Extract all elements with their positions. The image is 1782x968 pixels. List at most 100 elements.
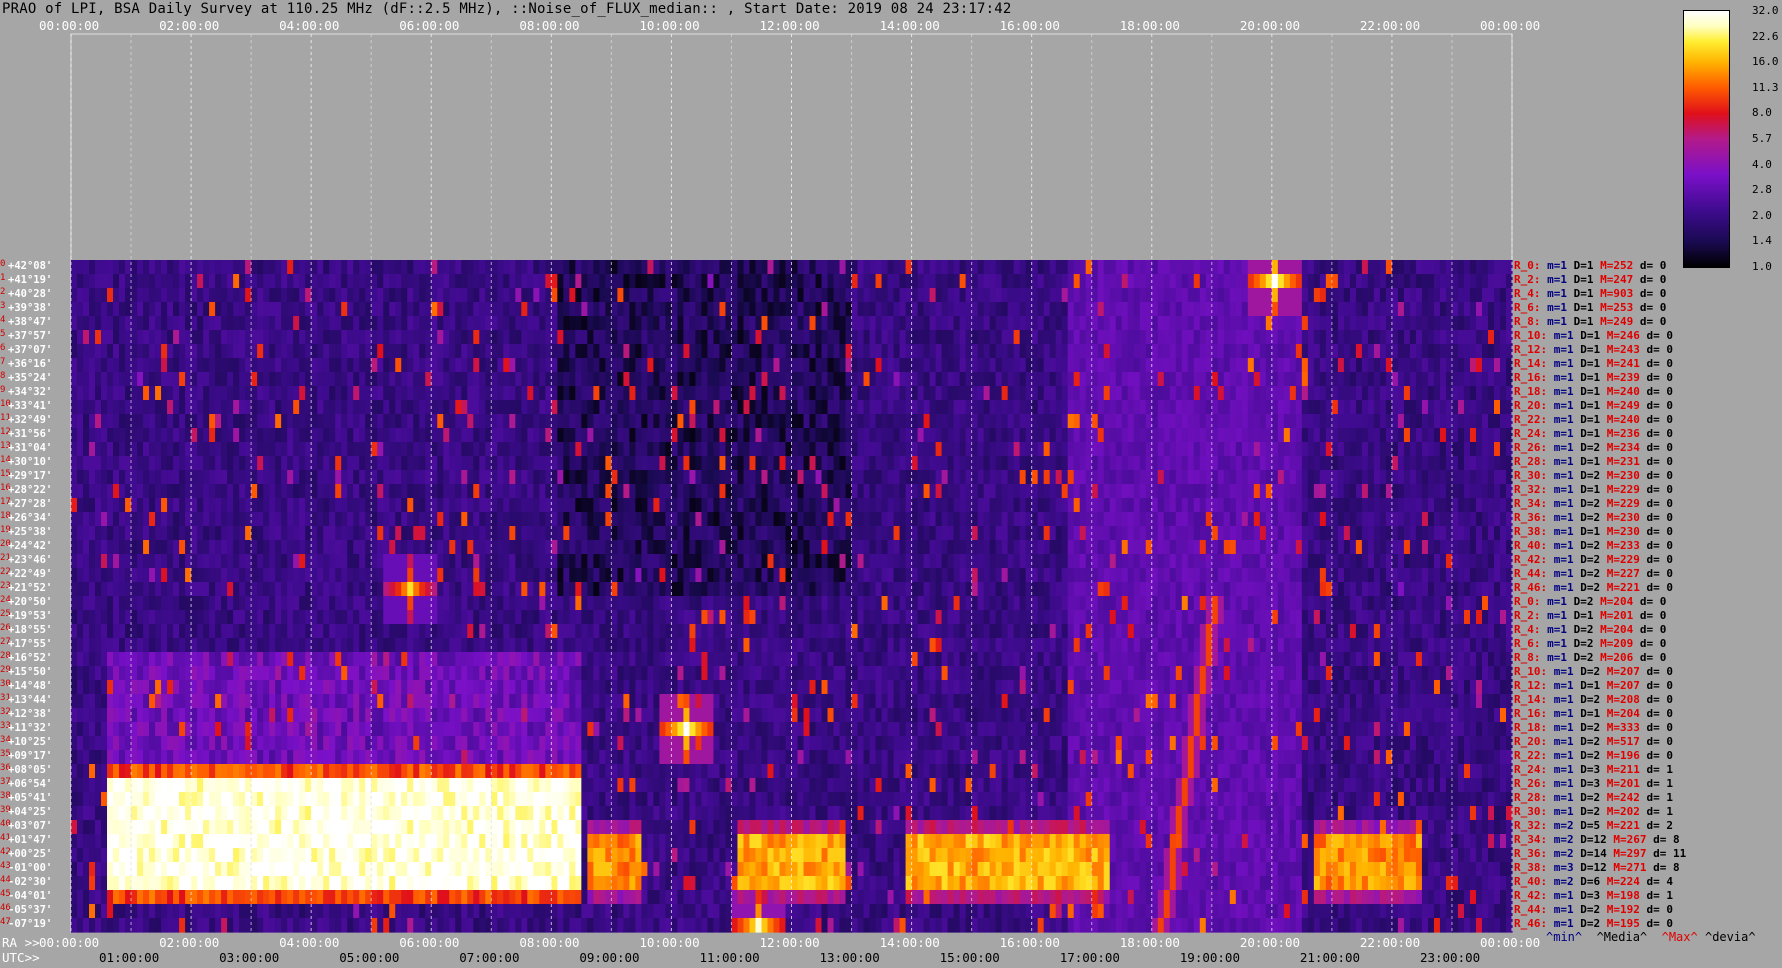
row-stat-r: R_44: xyxy=(1514,567,1548,580)
ra-tick-label: 00:00:00 xyxy=(39,935,100,950)
row-stat-D: D=1 xyxy=(1567,609,1594,622)
row-stat-m: m=1 xyxy=(1547,427,1574,440)
row-stat: R_20: m=1 D=2 M=517 d= 0 xyxy=(1514,735,1673,749)
declination-label: +00°25' xyxy=(8,848,53,860)
row-stat-d: d= 1 xyxy=(1639,763,1673,776)
top-tick-label: 18:00:00 xyxy=(1119,18,1180,33)
row-stat-D: D=2 xyxy=(1573,539,1601,552)
colorbar-tick-label: 16.0 xyxy=(1752,55,1779,69)
row-stat-r: R_24: xyxy=(1514,763,1548,776)
declination-label: +20°50' xyxy=(8,596,53,608)
row-stat: R_32: m=2 D=5 M=221 d= 2 xyxy=(1514,819,1673,833)
row-stat: R_2: m=1 D=1 M=247 d= 0 xyxy=(1514,273,1666,287)
row-stat-M: M=202 xyxy=(1600,805,1640,818)
ra-axis-prefix: RA >> xyxy=(2,935,40,950)
row-stat-r: R_46: xyxy=(1514,917,1548,930)
row-stat: R_42: m=1 D=2 M=229 d= 0 xyxy=(1514,553,1673,567)
declination-label: +19°53' xyxy=(8,610,53,622)
declination-label: +34°32' xyxy=(8,386,53,398)
utc-tick-label: 23:00:00 xyxy=(1419,950,1481,965)
row-stat-D: D=2 xyxy=(1573,581,1601,594)
row-stat: R_30: m=1 D=2 M=230 d= 0 xyxy=(1514,469,1673,483)
row-stat-M: M=207 xyxy=(1600,679,1640,692)
row-stat-M: M=252 xyxy=(1593,259,1634,272)
row-stat-r: R_32: xyxy=(1514,483,1548,496)
row-stat-d: d= 1 xyxy=(1639,889,1673,902)
colorbar-tick-label: 2.8 xyxy=(1752,183,1772,197)
row-index: 7 xyxy=(0,357,6,367)
row-stat-m: m=1 xyxy=(1547,763,1574,776)
ra-tick-label: 22:00:00 xyxy=(1359,935,1421,950)
row-stat-m: m=1 xyxy=(1540,273,1567,286)
declination-label: +06°54' xyxy=(8,778,53,790)
row-stat-m: m=2 xyxy=(1547,819,1574,832)
row-stat-M: M=196 xyxy=(1600,749,1640,762)
row-stat-r: R_6: xyxy=(1514,301,1541,314)
row-stat-D: D=1 xyxy=(1573,343,1601,356)
row-stat-r: R_34: xyxy=(1514,833,1548,846)
row-stat-M: M=229 xyxy=(1600,483,1640,496)
row-stat-m: m=2 xyxy=(1547,833,1574,846)
row-stat-r: R_14: xyxy=(1514,357,1548,370)
declination-label: +31°04' xyxy=(8,442,53,454)
row-stat-D: D=2 xyxy=(1573,553,1601,566)
row-stat: R_16: m=1 D=1 M=239 d= 0 xyxy=(1514,371,1673,385)
row-stat-D: D=2 xyxy=(1567,637,1594,650)
row-stat: R_44: m=1 D=2 M=227 d= 0 xyxy=(1514,567,1673,581)
row-stat-d: d= 0 xyxy=(1633,315,1667,328)
row-stat-M: M=192 xyxy=(1600,903,1640,916)
row-stat-D: D=1 xyxy=(1567,287,1594,300)
row-stat-r: R_0: xyxy=(1514,595,1541,608)
row-stat-M: M=230 xyxy=(1600,469,1640,482)
ra-tick-label: 18:00:00 xyxy=(1119,935,1180,950)
row-stat-d: d= 0 xyxy=(1639,385,1673,398)
row-stat-M: M=517 xyxy=(1600,735,1640,748)
row-stat-D: D=2 xyxy=(1567,595,1594,608)
row-stat-d: d= 0 xyxy=(1639,707,1673,720)
row-stat-m: m=1 xyxy=(1547,567,1574,580)
declination-label: +36°16' xyxy=(8,358,53,370)
row-stat-D: D=12 xyxy=(1573,833,1607,846)
row-stat: R_0: m=1 D=1 M=252 d= 0 xyxy=(1514,259,1666,273)
row-stat-d: d= 0 xyxy=(1639,343,1673,356)
row-stat: R_46: m=1 D=2 M=221 d= 0 xyxy=(1514,581,1673,595)
row-stat-r: R_26: xyxy=(1514,777,1548,790)
row-stat: R_4: m=1 D=2 M=204 d= 0 xyxy=(1514,623,1666,637)
declination-label: +05°41' xyxy=(8,792,53,804)
row-stat-D: D=2 xyxy=(1573,735,1601,748)
row-stat-d: d= 0 xyxy=(1639,525,1673,538)
row-stat-D: D=1 xyxy=(1573,455,1601,468)
row-stat-r: R_8: xyxy=(1514,651,1541,664)
row-stat-r: R_30: xyxy=(1514,469,1548,482)
colorbar-tick-label: 5.7 xyxy=(1752,132,1772,145)
row-stat-d: d= 0 xyxy=(1639,581,1673,594)
row-stat: R_8: m=1 D=1 M=249 d= 0 xyxy=(1514,315,1666,329)
row-stat-d: d= 8 xyxy=(1646,833,1680,846)
row-stat-m: m=1 xyxy=(1547,525,1574,538)
colorbar-tick-label: 1.0 xyxy=(1752,260,1772,273)
row-stat-r: R_14: xyxy=(1514,693,1548,706)
row-stat-m: m=1 xyxy=(1540,259,1567,272)
row-stat-D: D=2 xyxy=(1567,651,1594,664)
row-stat-D: D=1 xyxy=(1573,483,1601,496)
row-stat-d: d= 0 xyxy=(1639,679,1673,692)
declination-label: +33°41' xyxy=(8,400,53,412)
row-stat-d: d= 0 xyxy=(1639,721,1673,734)
row-stat-D: D=2 xyxy=(1573,791,1601,804)
colorbar-tick-label: 11.3 xyxy=(1752,80,1779,94)
declination-label: +37°07' xyxy=(8,344,53,356)
row-stat-D: D=1 xyxy=(1567,301,1594,314)
row-index: 3 xyxy=(0,301,6,311)
colorbar-tick-label: 2.0 xyxy=(1752,208,1772,222)
row-stat-M: M=253 xyxy=(1593,301,1634,314)
row-stat: R_18: m=1 D=1 M=240 d= 0 xyxy=(1514,385,1673,399)
declination-label: +25°38' xyxy=(8,526,53,538)
ra-tick-label: 08:00:00 xyxy=(519,935,580,950)
row-stat-m: m=1 xyxy=(1540,651,1567,664)
row-stat-M: M=242 xyxy=(1600,791,1640,804)
row-stat-m: m=1 xyxy=(1547,539,1574,552)
row-stat: R_22: m=1 D=2 M=196 d= 0 xyxy=(1514,749,1673,763)
declination-label: +23°46' xyxy=(8,554,53,566)
row-stat-r: R_26: xyxy=(1514,441,1548,454)
colorbar-tick-label: 1.4 xyxy=(1752,234,1772,248)
